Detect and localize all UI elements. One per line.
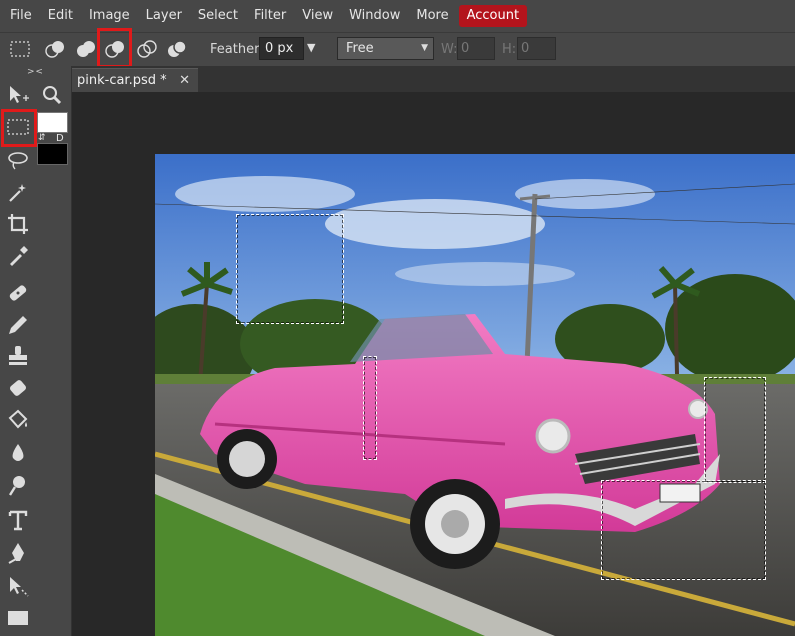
height-input[interactable]: 0 xyxy=(517,37,556,60)
selected-mode-highlight xyxy=(97,28,132,68)
menu-edit[interactable]: Edit xyxy=(40,5,81,27)
menu-filter[interactable]: Filter xyxy=(246,5,294,27)
selection-style-select[interactable]: Free ▼ xyxy=(337,37,434,60)
eraser-tool-icon[interactable] xyxy=(5,375,31,401)
magic-wand-tool-icon[interactable] xyxy=(5,180,31,206)
crop-tool-icon[interactable] xyxy=(5,211,31,237)
dodge-tool-icon[interactable] xyxy=(5,472,31,498)
eyedropper-tool-icon[interactable] xyxy=(5,243,31,269)
lasso-tool-icon[interactable] xyxy=(5,148,31,174)
bucket-tool-icon[interactable] xyxy=(5,407,31,433)
document-tab-label: pink-car.psd * xyxy=(77,73,167,88)
foreground-color-swatch[interactable] xyxy=(37,112,68,133)
active-tool-highlight xyxy=(1,109,37,147)
height-label: H: xyxy=(502,42,517,57)
pen-tool-icon[interactable] xyxy=(5,540,31,566)
exclude-selection-icon[interactable] xyxy=(136,39,158,59)
feather-dropdown-icon[interactable]: ▼ xyxy=(307,41,315,54)
swap-colors-icon[interactable]: ⇵ xyxy=(38,133,46,143)
menu-layer[interactable]: Layer xyxy=(138,5,190,27)
menu-more[interactable]: More xyxy=(408,5,456,27)
path-select-tool-icon[interactable] xyxy=(5,573,31,599)
blur-tool-icon[interactable] xyxy=(5,440,31,466)
account-button[interactable]: Account xyxy=(458,5,528,27)
close-icon[interactable]: ✕ xyxy=(179,69,190,92)
width-label: W: xyxy=(441,42,458,57)
menu-file[interactable]: File xyxy=(2,5,40,27)
zoom-tool-icon[interactable] xyxy=(39,82,65,108)
collapse-panel-button[interactable]: > < xyxy=(27,67,43,77)
document-tab[interactable]: pink-car.psd * ✕ xyxy=(72,68,198,92)
width-input[interactable]: 0 xyxy=(457,37,495,60)
type-tool-icon[interactable] xyxy=(5,507,31,533)
feather-label: Feather: xyxy=(210,42,264,57)
menu-image[interactable]: Image xyxy=(81,5,138,27)
menu-select[interactable]: Select xyxy=(190,5,246,27)
menu-view[interactable]: View xyxy=(294,5,341,27)
selection-marquee[interactable] xyxy=(363,356,377,460)
background-color-swatch[interactable] xyxy=(37,143,68,165)
chevron-down-icon: ▼ xyxy=(421,43,428,53)
new-selection-icon[interactable] xyxy=(9,39,31,59)
subtract-selection-icon[interactable] xyxy=(75,39,97,59)
selection-style-value: Free xyxy=(346,41,374,56)
shape-tool-icon[interactable] xyxy=(5,605,31,631)
move-tool-icon[interactable] xyxy=(5,82,31,108)
healing-tool-icon[interactable] xyxy=(5,280,31,306)
image-canvas[interactable] xyxy=(155,154,795,636)
stamp-tool-icon[interactable] xyxy=(5,343,31,369)
selection-marquee[interactable] xyxy=(601,480,766,580)
feather-input[interactable]: 0 px xyxy=(259,37,304,60)
menu-window[interactable]: Window xyxy=(341,5,408,27)
selection-marquee[interactable] xyxy=(704,377,766,483)
selection-marquee[interactable] xyxy=(236,214,344,324)
pencil-tool-icon[interactable] xyxy=(5,312,31,338)
xor-selection-icon[interactable] xyxy=(166,39,188,59)
add-selection-icon[interactable] xyxy=(44,39,66,59)
